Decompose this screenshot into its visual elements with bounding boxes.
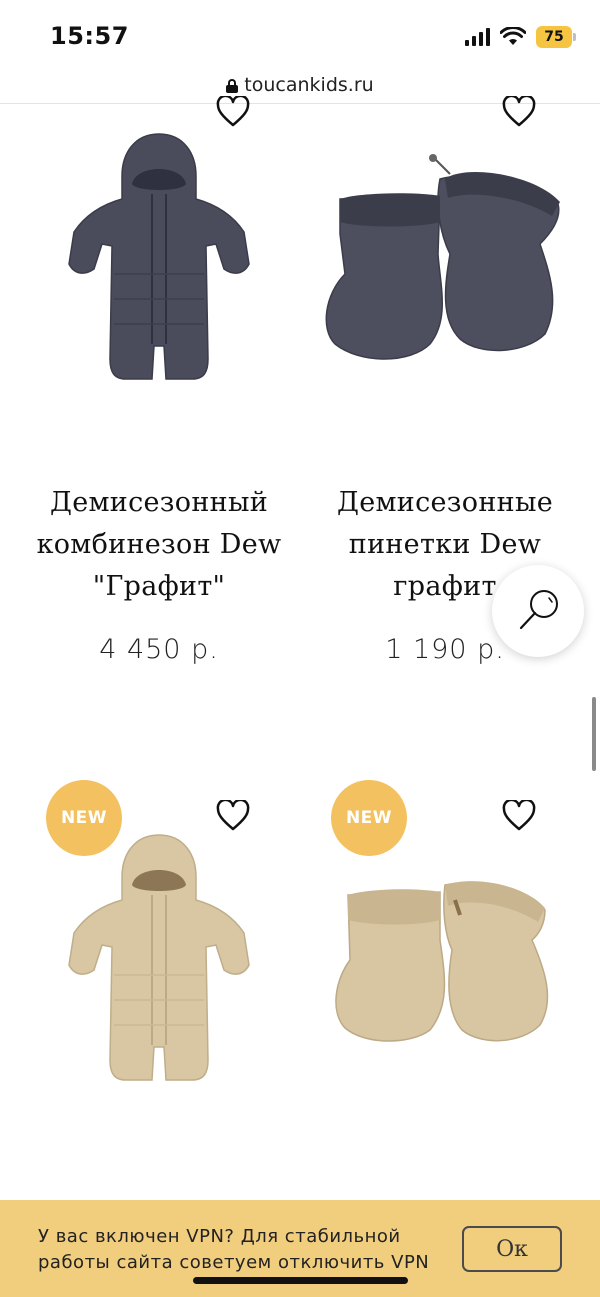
url-text: toucankids.ru [244,73,374,96]
product-image-booties[interactable] [300,134,590,454]
heart-icon[interactable] [502,800,536,832]
product-image-booties-beige[interactable] [300,840,590,1160]
product-image-jumpsuit-beige[interactable] [14,820,304,1140]
signal-icon [465,28,490,46]
vpn-message: У вас включен VPN? Для стабильной работы… [38,1226,430,1273]
lock-icon [226,78,239,93]
product-card-booties-beige[interactable]: NEW [300,780,590,1200]
page-scrollbar[interactable] [592,697,596,771]
home-indicator[interactable] [193,1277,408,1284]
product-card-jumpsuit-graphite[interactable]: Демисезонный комбинезон Dew "Графит" 4 4… [14,96,304,704]
status-time: 15:57 [50,22,129,50]
product-price: 4 450 р. [99,634,219,665]
battery-icon: 75 [536,26,576,48]
wifi-icon [500,27,526,45]
search-button[interactable] [492,565,584,657]
heart-icon[interactable] [502,96,536,128]
product-title[interactable]: Демисезонный комбинезон Dew "Графит" [14,482,304,608]
status-bar: 15:57 75 [0,0,600,66]
status-icons: 75 [465,24,576,50]
vpn-ok-button[interactable]: Ок [462,1226,562,1272]
search-icon [519,590,558,630]
product-card-jumpsuit-beige[interactable]: NEW [14,780,304,1200]
product-image-jumpsuit[interactable] [14,124,304,444]
